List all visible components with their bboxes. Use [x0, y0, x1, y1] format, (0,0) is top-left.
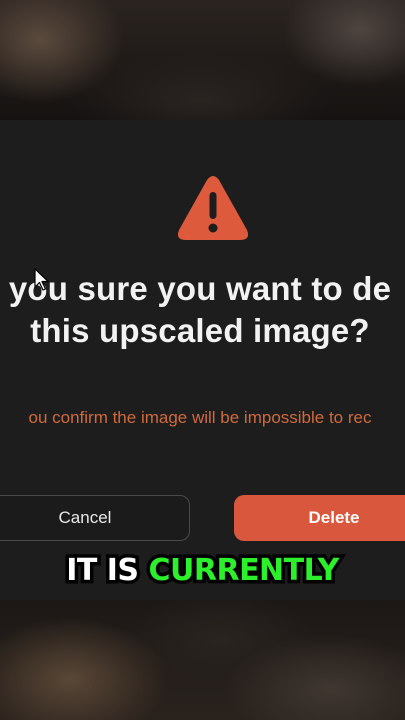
dialog-title-line-1: you sure you want to de [8, 270, 392, 307]
cancel-button-label: Cancel [58, 508, 112, 527]
dialog-warning-text: ou confirm the image will be impossible … [28, 408, 372, 427]
delete-button[interactable]: Delete [234, 495, 405, 541]
cancel-button[interactable]: Cancel [0, 495, 190, 541]
caption-part-white: IT IS [63, 550, 149, 592]
video-frame: you sure you want to de this upscaled im… [0, 0, 405, 720]
blurred-background-top [0, 0, 405, 120]
mouse-cursor-icon [34, 268, 49, 291]
video-caption: IT IS CURRENTLY [0, 550, 405, 592]
delete-button-label: Delete [308, 508, 360, 527]
warning-triangle-icon [177, 176, 249, 240]
dialog-title-line-2: this upscaled image? [30, 312, 370, 349]
dialog-title: you sure you want to de this upscaled im… [0, 268, 405, 352]
blurred-background-bottom [0, 600, 405, 720]
caption-part-green: CURRENTLY [145, 550, 343, 592]
